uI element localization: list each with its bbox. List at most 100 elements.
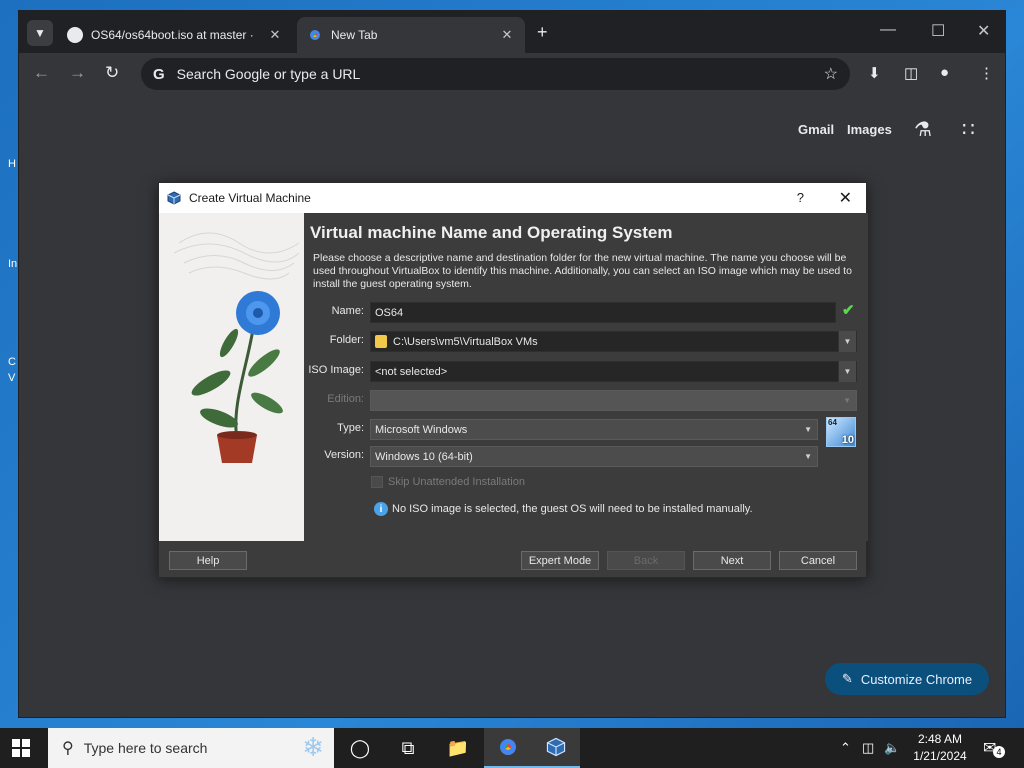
back-icon[interactable]: ← — [33, 63, 50, 83]
name-input[interactable] — [375, 306, 835, 319]
folder-label: Folder: — [329, 334, 364, 346]
dialog-help-button[interactable]: ? — [797, 190, 804, 205]
iso-label: ISO Image: — [308, 364, 364, 376]
close-tab-icon[interactable]: ✕ — [267, 27, 283, 43]
menu-kebab-icon[interactable]: ⋮ — [979, 64, 994, 82]
clock-time: 2:48 AM — [917, 732, 963, 746]
valid-check-icon: ✔ — [842, 302, 855, 319]
gmail-link[interactable]: Gmail — [798, 122, 834, 137]
system-clock[interactable]: 2:48 AM 1/21/2024 — [905, 731, 975, 765]
taskbar: ⚲ ❄ ◯ ⧉ 📁 ⌃ ◫ 🔈 2:48 AM 1/21/2024 ✉4 — [0, 728, 1024, 768]
desktop-icon-label[interactable]: In — [8, 258, 17, 270]
omnibox[interactable]: G ☆ — [141, 58, 850, 90]
chevron-down-icon: ▼ — [804, 452, 812, 461]
version-combobox[interactable]: Windows 10 (64-bit) ▼ — [370, 446, 818, 467]
wizard-description: Please choose a descriptive name and des… — [313, 252, 852, 290]
search-icon: ⚲ — [62, 740, 74, 757]
images-link[interactable]: Images — [847, 122, 892, 137]
file-explorer-icon[interactable]: 📁 — [434, 728, 482, 768]
iso-note: i No ISO image is selected, the guest OS… — [374, 502, 753, 516]
download-icon[interactable]: ⬇ — [868, 64, 881, 82]
desktop-icon-label[interactable]: H — [8, 158, 16, 170]
iso-combobox[interactable]: <not selected> ▼ — [370, 361, 857, 382]
reload-icon[interactable]: ↻ — [105, 63, 119, 83]
chevron-down-icon: ▼ — [843, 396, 851, 405]
show-hidden-icons-chevron[interactable]: ⌃ — [840, 740, 851, 756]
new-tab-button[interactable]: + — [537, 22, 548, 43]
dialog-titlebar: Create Virtual Machine ? ✕ — [159, 183, 866, 213]
windows-10-64-os-icon: 64 10 — [826, 417, 856, 447]
tab-strip: ▼ OS64/os64boot.iso at master · ✕ New Ta… — [19, 11, 1005, 53]
volume-muted-icon[interactable]: 🔈 — [884, 740, 900, 756]
chevron-down-icon[interactable]: ▼ — [838, 361, 856, 382]
tab-search-button[interactable]: ▼ — [27, 20, 53, 46]
dialog-close-icon[interactable]: ✕ — [839, 188, 852, 208]
iso-value: <not selected> — [375, 365, 448, 378]
customize-chrome-button[interactable]: ✎ Customize Chrome — [825, 663, 989, 695]
desktop-icon-label[interactable]: V — [8, 372, 15, 384]
snowflake-icon: ❄ — [302, 732, 324, 762]
taskbar-search[interactable]: ⚲ ❄ — [48, 728, 334, 768]
apps-grid-icon[interactable]: ∷ — [962, 117, 975, 142]
dialog-title: Create Virtual Machine — [189, 191, 311, 205]
taskbar-search-input[interactable] — [83, 740, 254, 756]
pencil-icon: ✎ — [841, 671, 853, 686]
github-icon — [67, 27, 83, 43]
folder-combobox[interactable]: C:\Users\vm5\VirtualBox VMs ▼ — [370, 331, 857, 352]
edition-combobox: ▼ — [370, 390, 857, 411]
iso-note-text: No ISO image is selected, the guest OS w… — [392, 503, 753, 515]
virtualbox-taskbar-icon[interactable] — [532, 728, 580, 768]
wizard-content: Virtual machine Name and Operating Syste… — [304, 213, 868, 541]
cancel-button[interactable]: Cancel — [779, 551, 857, 570]
type-label: Type: — [337, 422, 364, 434]
customize-chrome-label: Customize Chrome — [860, 671, 973, 687]
name-label: Name: — [331, 305, 364, 317]
folder-icon — [375, 335, 387, 348]
maximize-icon[interactable]: ☐ — [931, 21, 945, 41]
omnibox-input[interactable] — [176, 66, 850, 82]
info-icon: i — [374, 502, 388, 516]
edition-label: Edition: — [327, 393, 364, 405]
tab-title: OS64/os64boot.iso at master · — [91, 28, 254, 42]
notification-center-icon[interactable]: ✉ 4 — [983, 738, 1005, 758]
next-button[interactable]: Next — [693, 551, 771, 570]
version-label: Version: — [324, 449, 364, 461]
skip-unattended-checkbox: Skip Unattended Installation — [371, 476, 525, 488]
type-value: Microsoft Windows — [375, 423, 468, 436]
close-window-icon[interactable]: ✕ — [977, 21, 990, 41]
chevron-down-icon: ▼ — [804, 425, 812, 434]
create-vm-dialog: Create Virtual Machine ? ✕ Virtual machi… — [158, 182, 868, 578]
checkbox-box — [371, 476, 383, 488]
browser-toolbar: ← → ↻ G ☆ ⬇ ◫ ● ⋮ — [19, 53, 1005, 95]
back-button: Back — [607, 551, 685, 570]
clock-date: 1/21/2024 — [913, 749, 967, 763]
labs-flask-icon[interactable]: ⚗ — [914, 117, 932, 142]
task-view-icon[interactable]: ⧉ — [384, 728, 432, 768]
google-icon: G — [153, 65, 165, 83]
chevron-down-icon[interactable]: ▼ — [838, 331, 856, 352]
tab-github[interactable]: OS64/os64boot.iso at master · ✕ — [57, 17, 293, 53]
side-panel-icon[interactable]: ◫ — [904, 64, 918, 82]
skip-unattended-label: Skip Unattended Installation — [388, 476, 525, 488]
windows-start-icon[interactable] — [12, 739, 30, 757]
tab-new-tab[interactable]: New Tab ✕ — [297, 17, 525, 53]
name-field[interactable] — [370, 302, 836, 323]
bookmark-star-icon[interactable]: ☆ — [824, 64, 838, 84]
minimize-icon[interactable]: — — [880, 21, 896, 39]
virtualbox-icon — [167, 191, 181, 205]
help-button[interactable]: Help — [169, 551, 247, 570]
cortana-icon[interactable]: ◯ — [336, 728, 384, 768]
chrome-icon — [307, 27, 323, 43]
wizard-illustration — [159, 213, 304, 541]
forward-icon[interactable]: → — [69, 63, 86, 83]
profile-icon[interactable]: ● — [940, 64, 949, 81]
chrome-taskbar-icon[interactable] — [484, 728, 532, 768]
tab-title: New Tab — [331, 28, 378, 42]
folder-value: C:\Users\vm5\VirtualBox VMs — [393, 335, 538, 348]
desktop-icon-label[interactable]: C — [8, 356, 16, 368]
wizard-heading: Virtual machine Name and Operating Syste… — [310, 223, 673, 242]
expert-mode-button[interactable]: Expert Mode — [521, 551, 599, 570]
close-tab-icon[interactable]: ✕ — [499, 27, 515, 43]
type-combobox[interactable]: Microsoft Windows ▼ — [370, 419, 818, 440]
network-icon[interactable]: ◫ — [862, 740, 874, 756]
